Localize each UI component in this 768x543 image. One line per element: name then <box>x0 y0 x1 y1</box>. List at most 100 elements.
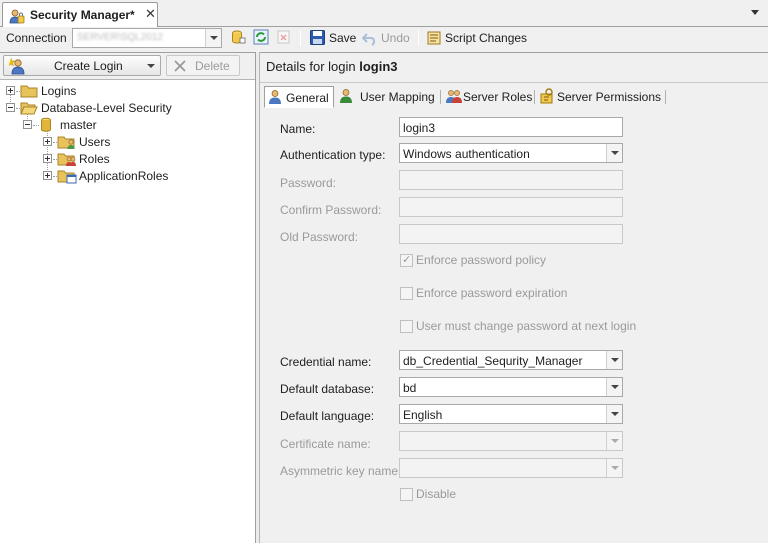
old-password-field[interactable] <box>399 224 623 244</box>
refresh-icon[interactable] <box>253 29 269 45</box>
auth-type-select[interactable]: Windows authentication <box>399 143 623 163</box>
tree-node-users[interactable]: Users <box>0 134 250 150</box>
chevron-down-icon[interactable] <box>606 459 622 477</box>
expand-icon[interactable] <box>43 171 52 180</box>
name-field[interactable]: login3 <box>399 117 623 137</box>
undo-button[interactable]: Undo <box>361 29 413 47</box>
delete-label: Delete <box>195 59 230 73</box>
auth-type-value: Windows authentication <box>403 147 530 161</box>
default-database-label: Default database: <box>280 382 375 396</box>
certificate-name-select[interactable] <box>399 431 623 451</box>
password-label: Password: <box>280 176 337 190</box>
collapse-icon[interactable] <box>6 103 15 112</box>
tree-node-database-level-security[interactable]: Database-Level Security <box>0 100 250 116</box>
tree-node-label: master <box>60 118 97 132</box>
tree-node-label: Database-Level Security <box>41 101 172 115</box>
tab-label: Server Roles <box>463 90 533 104</box>
auth-type-label: Authentication type: <box>280 148 386 162</box>
tab-label: User Mapping <box>360 90 435 104</box>
old-password-label: Old Password: <box>280 230 359 244</box>
script-changes-button[interactable]: Script Changes <box>425 29 529 47</box>
tree-node-label: Logins <box>41 84 77 98</box>
chevron-down-icon[interactable] <box>606 144 622 162</box>
asymmetric-key-name-select[interactable] <box>399 458 623 478</box>
credential-name-value: db_Credential_Sequrity_Manager <box>403 354 583 368</box>
password-field[interactable] <box>399 170 623 190</box>
tab-separator <box>665 90 666 104</box>
create-login-button[interactable]: Create Login <box>3 55 161 76</box>
connect-database-icon[interactable] <box>230 29 246 45</box>
users-icon <box>445 88 463 107</box>
left-pane: Create Login Delete Logins Database-Leve… <box>0 52 256 543</box>
connection-combo[interactable]: SERVER\SQL2012 <box>72 28 222 48</box>
tree-node-label: Users <box>79 135 111 149</box>
enforce-policy-label: Enforce password policy <box>416 253 547 267</box>
toolbar-separator <box>300 30 301 46</box>
user-icon <box>339 88 353 107</box>
chevron-down-icon[interactable] <box>606 432 622 450</box>
tree-node-applicationroles[interactable]: ApplicationRoles <box>0 168 250 184</box>
undo-icon <box>361 30 378 49</box>
details-header-prefix: Details for login <box>266 59 360 74</box>
create-login-icon <box>8 57 27 78</box>
document-tabstrip: Security Manager* ✕ <box>0 0 768 28</box>
expand-icon[interactable] <box>43 154 52 163</box>
disable-checkbox[interactable]: Disable <box>400 487 500 503</box>
tree-node-label: ApplicationRoles <box>79 169 169 183</box>
default-database-select[interactable]: bd <box>399 377 623 397</box>
default-language-select[interactable]: English <box>399 404 623 424</box>
delete-icon <box>173 59 187 76</box>
header-divider <box>260 82 768 83</box>
checkbox-icon <box>400 287 413 300</box>
main-toolbar: Connection SERVER\SQL2012 Save Undo Scri… <box>0 27 768 49</box>
tab-list-dropdown-icon[interactable] <box>751 10 759 15</box>
expand-icon[interactable] <box>6 86 15 95</box>
tree-node-logins[interactable]: Logins <box>0 83 250 99</box>
save-icon <box>310 30 325 48</box>
tab-general[interactable]: General <box>264 86 334 108</box>
enforce-password-policy-checkbox[interactable]: Enforce password policy <box>400 253 600 269</box>
security-manager-icon <box>9 8 25 27</box>
tree-node-master[interactable]: master <box>0 117 250 133</box>
connection-value: SERVER\SQL2012 <box>77 32 163 43</box>
chevron-down-icon[interactable] <box>147 64 155 68</box>
name-value: login3 <box>403 121 436 135</box>
disconnect-icon <box>276 29 292 45</box>
checkbox-checked-icon <box>400 253 413 267</box>
chevron-down-icon[interactable] <box>606 351 622 369</box>
chevron-down-icon[interactable] <box>606 405 622 423</box>
enforce-password-expiration-checkbox[interactable]: Enforce password expiration <box>400 286 600 302</box>
tab-user-mapping[interactable]: User Mapping <box>336 86 440 107</box>
key-icon <box>539 88 555 107</box>
tab-label: General <box>286 91 329 105</box>
security-tree: Logins Database-Level Security master Us… <box>0 81 255 541</box>
save-label: Save <box>329 31 357 45</box>
undo-label: Undo <box>381 31 410 45</box>
confirm-password-field[interactable] <box>399 197 623 217</box>
must-change-password-checkbox[interactable]: User must change password at next login <box>400 319 636 335</box>
chevron-down-icon[interactable] <box>205 29 221 47</box>
tab-separator <box>440 90 441 104</box>
disable-label: Disable <box>416 487 457 501</box>
document-tab-security-manager[interactable]: Security Manager* ✕ <box>2 2 158 28</box>
expand-icon[interactable] <box>43 137 52 146</box>
checkbox-icon <box>400 488 413 501</box>
chevron-down-icon[interactable] <box>606 378 622 396</box>
tab-server-roles[interactable]: Server Roles <box>442 86 534 107</box>
certificate-name-label: Certificate name: <box>280 437 371 451</box>
approles-folder-icon <box>57 168 77 187</box>
tree-node-roles[interactable]: Roles <box>0 151 250 167</box>
details-pane: Details for login login3 General User Ma… <box>260 52 768 543</box>
credential-name-select[interactable]: db_Credential_Sequrity_Manager <box>399 350 623 370</box>
delete-button[interactable]: Delete <box>166 55 240 76</box>
close-icon[interactable]: ✕ <box>145 6 156 22</box>
document-tab-title: Security Manager* <box>30 8 135 22</box>
script-changes-label: Script Changes <box>445 31 528 45</box>
connection-label: Connection <box>6 31 67 45</box>
default-language-value: English <box>403 408 443 422</box>
tree-node-label: Roles <box>79 152 110 166</box>
save-button[interactable]: Save <box>309 29 357 47</box>
collapse-icon[interactable] <box>23 120 32 129</box>
tab-server-permissions[interactable]: Server Permissions <box>536 86 664 107</box>
left-toolbar: Create Login Delete <box>0 53 255 80</box>
